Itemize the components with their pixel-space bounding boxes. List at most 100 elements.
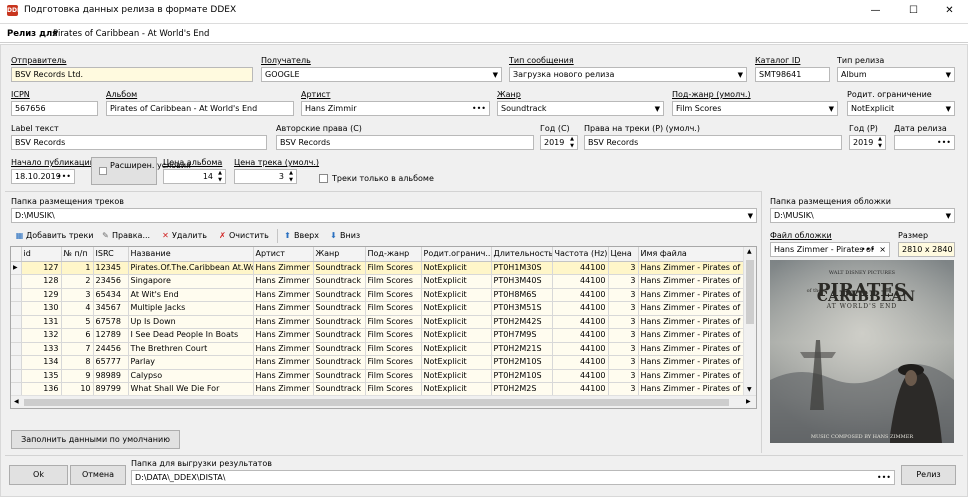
table-cell[interactable]: 1 xyxy=(61,261,94,275)
label-text-field[interactable]: BSV Records xyxy=(11,135,267,150)
album-only-checkbox[interactable] xyxy=(319,174,328,183)
cover-folder-select[interactable]: D:\MUSIK\ ▼ xyxy=(770,208,955,223)
catalog-id-field[interactable]: SMT98641 xyxy=(755,67,830,82)
table-cell[interactable]: 131 xyxy=(21,315,62,329)
minimize-button[interactable]: — xyxy=(860,0,891,22)
release-type-select[interactable]: Album ▼ xyxy=(837,67,955,82)
table-cell[interactable]: 9 xyxy=(61,369,94,383)
table-row[interactable]: 136 10 89799 What Shall We Die For Hans Zimm… xyxy=(11,382,745,397)
scroll-right-icon[interactable]: ▶ xyxy=(746,398,751,405)
table-cell[interactable]: I See Dead People In Boats xyxy=(128,328,254,343)
table-cell[interactable]: 132 xyxy=(21,328,62,343)
table-cell[interactable]: 89799 xyxy=(93,382,129,397)
table-cell[interactable]: PT0H7M9S xyxy=(491,328,553,343)
table-cell[interactable]: Hans Zimmer - Pirates of the xyxy=(638,315,745,329)
table-cell[interactable]: 44100 xyxy=(552,274,609,289)
table-cell[interactable]: Film Scores xyxy=(365,315,422,329)
table-cell[interactable]: 44100 xyxy=(552,355,609,370)
sender-field[interactable]: BSV Records Ltd. xyxy=(11,67,253,82)
table-cell[interactable]: Soundtrack xyxy=(313,301,366,316)
table-cell[interactable]: NotExplicit xyxy=(421,301,492,316)
column-header[interactable]: Частота (Hz) xyxy=(552,247,609,262)
table-cell[interactable]: 133 xyxy=(21,342,62,356)
table-cell[interactable]: 8 xyxy=(61,355,94,370)
cover-file-field[interactable]: Hans Zimmer - Pirates of ••• × xyxy=(770,242,890,257)
table-cell[interactable]: NotExplicit xyxy=(421,369,492,383)
recipient-select[interactable]: GOOGLE ▼ xyxy=(261,67,502,82)
delete-button[interactable]: ✕ Удалить xyxy=(161,228,207,244)
tracks-folder-select[interactable]: D:\MUSIK\ ▼ xyxy=(11,208,757,223)
table-cell[interactable]: Soundtrack xyxy=(313,274,366,289)
table-cell[interactable]: Film Scores xyxy=(365,261,422,275)
track-rights-field[interactable]: BSV Records xyxy=(584,135,842,150)
table-cell[interactable]: Film Scores xyxy=(365,382,422,397)
table-cell[interactable]: 44100 xyxy=(552,342,609,356)
table-cell[interactable]: 98989 xyxy=(93,369,129,383)
table-cell[interactable]: Soundtrack xyxy=(313,328,366,343)
table-cell[interactable]: What Shall We Die For xyxy=(128,382,254,397)
column-header[interactable]: Родит.огранич... xyxy=(421,247,492,262)
table-cell[interactable]: 3 xyxy=(61,288,94,302)
table-cell[interactable]: 135 xyxy=(21,369,62,383)
table-row[interactable]: 132 6 12789 I See Dead People In Boats Hans … xyxy=(11,328,745,343)
table-cell[interactable]: Soundtrack xyxy=(313,261,366,275)
table-row[interactable]: 129 3 65434 At Wit's End Hans Zimmer Soundtra… xyxy=(11,288,745,302)
table-cell[interactable]: NotExplicit xyxy=(421,328,492,343)
table-cell[interactable]: Soundtrack xyxy=(313,382,366,397)
cancel-button[interactable]: Отмена xyxy=(70,465,126,485)
table-cell[interactable]: 10 xyxy=(61,382,94,397)
album-field[interactable]: Pirates of Caribbean - At World's End xyxy=(106,101,294,116)
table-cell[interactable]: 44100 xyxy=(552,301,609,316)
spin-arrows-icon[interactable]: ▲ ▼ xyxy=(568,136,576,149)
table-cell[interactable]: 23456 xyxy=(93,274,129,289)
table-cell[interactable]: Hans Zimmer - Pirates of the xyxy=(638,342,745,356)
table-cell[interactable]: Singapore xyxy=(128,274,254,289)
table-row[interactable]: 134 8 65777 Parlay Hans Zimmer Soundtrack Film… xyxy=(11,355,745,370)
tracks-table[interactable]: id № п/п ISRC Название Артист Жанр Под-жанр Род… xyxy=(10,246,757,409)
scroll-down-icon[interactable]: ▼ xyxy=(747,386,752,393)
table-cell[interactable]: Hans Zimmer - Pirates of the xyxy=(638,369,745,383)
ellipsis-icon[interactable]: ••• xyxy=(861,243,875,256)
genre-select[interactable]: Soundtrack ▼ xyxy=(497,101,664,116)
table-cell[interactable]: 130 xyxy=(21,301,62,316)
ellipsis-icon[interactable]: ••• xyxy=(937,136,951,149)
table-cell[interactable]: Hans Zimmer - Pirates of the xyxy=(638,382,745,397)
album-price-spinner[interactable]: 14 ▲ ▼ xyxy=(163,169,226,184)
table-cell[interactable]: 34567 xyxy=(93,301,129,316)
table-cell[interactable]: 3 xyxy=(608,328,639,343)
table-cell[interactable]: 3 xyxy=(608,382,639,397)
table-cell[interactable]: PT0H2M10S xyxy=(491,355,553,370)
table-row[interactable]: 135 9 98989 Calypso Hans Zimmer Soundtrack Fil… xyxy=(11,369,745,383)
table-cell[interactable]: NotExplicit xyxy=(421,342,492,356)
add-tracks-button[interactable]: ▦ Добавить треки xyxy=(15,228,94,244)
table-cell[interactable]: 134 xyxy=(21,355,62,370)
table-cell[interactable]: The Brethren Court xyxy=(128,342,254,356)
column-header[interactable]: ISRC xyxy=(93,247,129,262)
table-cell[interactable]: Film Scores xyxy=(365,328,422,343)
horizontal-scrollbar[interactable]: ◀ ▶ xyxy=(11,395,756,408)
table-cell[interactable]: NotExplicit xyxy=(421,382,492,397)
table-cell[interactable]: 136 xyxy=(21,382,62,397)
table-row[interactable]: 131 5 67578 Up Is Down Hans Zimmer Soundtrack… xyxy=(11,315,745,329)
table-cell[interactable]: PT0H2M42S xyxy=(491,315,553,329)
table-cell[interactable]: 3 xyxy=(608,342,639,356)
table-cell[interactable]: NotExplicit xyxy=(421,274,492,289)
table-cell[interactable]: 129 xyxy=(21,288,62,302)
move-up-button[interactable]: ⬆ Вверх xyxy=(283,228,319,244)
table-cell[interactable]: PT0H2M2S xyxy=(491,382,553,397)
column-header[interactable]: id xyxy=(21,247,62,262)
track-price-spinner[interactable]: 3 ▲ ▼ xyxy=(234,169,297,184)
table-cell[interactable]: 127 xyxy=(21,261,62,275)
table-cell[interactable]: Hans Zimmer xyxy=(253,342,314,356)
column-header[interactable]: Жанр xyxy=(313,247,366,262)
icpn-field[interactable]: 567656 xyxy=(11,101,98,116)
ellipsis-icon[interactable]: ••• xyxy=(57,170,71,183)
table-cell[interactable]: 67578 xyxy=(93,315,129,329)
table-cell[interactable]: Hans Zimmer xyxy=(253,382,314,397)
table-cell[interactable]: Hans Zimmer xyxy=(253,355,314,370)
table-cell[interactable]: Hans Zimmer - Pirates of the xyxy=(638,288,745,302)
table-cell[interactable]: Film Scores xyxy=(365,274,422,289)
close-icon[interactable]: × xyxy=(879,243,886,256)
clear-button[interactable]: ✗ Очистить xyxy=(218,228,269,244)
table-cell[interactable]: 44100 xyxy=(552,369,609,383)
